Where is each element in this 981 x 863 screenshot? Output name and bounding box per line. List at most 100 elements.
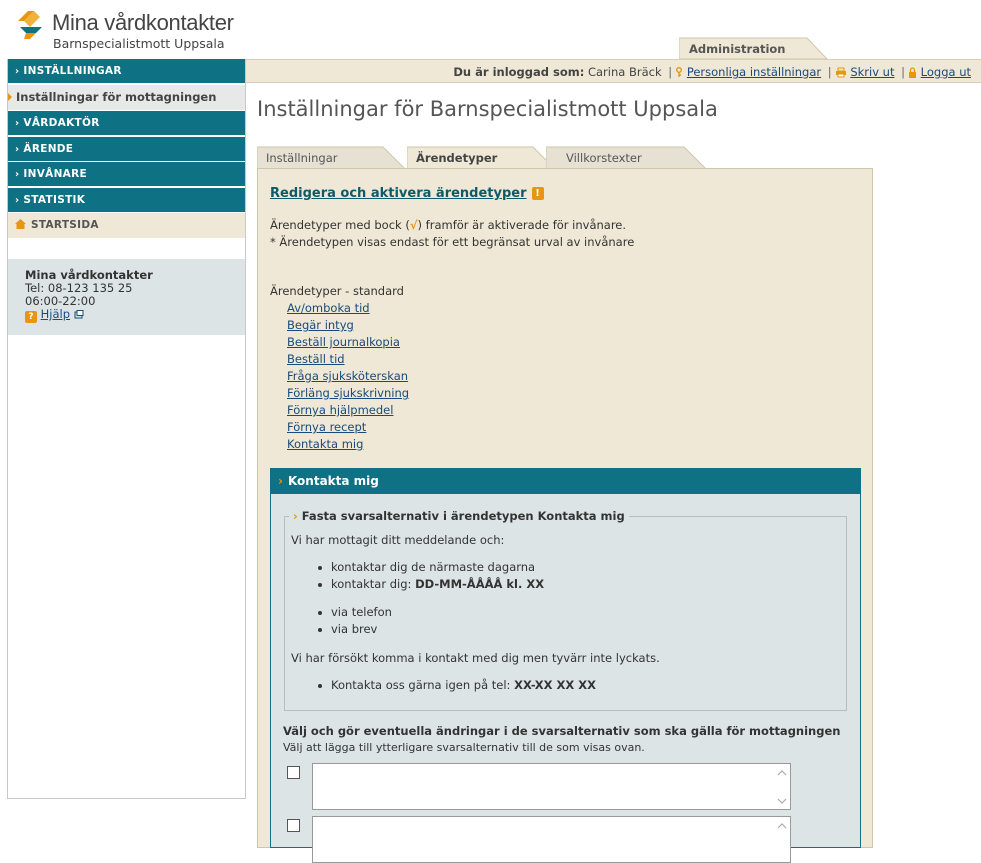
- arendetyp-link[interactable]: Begär intyg: [287, 317, 409, 334]
- info-text-post: ) framför är aktiverade för invånare.: [417, 218, 627, 232]
- choose-heading: Välj och gör eventuella ändringar i de s…: [283, 724, 841, 738]
- logged-in-label: Du är inloggad som:: [453, 65, 585, 79]
- answer-list-c: Kontakta oss gärna igen på tel: XX-XX XX…: [318, 677, 596, 694]
- info-line-1: Ärendetyper med bock (√) framför är akti…: [270, 217, 634, 234]
- tab-installningar[interactable]: Inställningar: [256, 146, 407, 170]
- personal-settings-link[interactable]: Personliga inställningar: [687, 65, 821, 79]
- tab-label: Ärendetyper: [416, 151, 498, 165]
- chevron-right-icon: ›: [15, 66, 20, 77]
- separator: |: [901, 65, 905, 79]
- list-item: kontaktar dig de närmaste dagarna: [317, 559, 544, 576]
- sidebar-item-statistik[interactable]: › STATISTIK: [8, 187, 245, 212]
- app-title: Mina vårdkontakter: [52, 10, 234, 35]
- warning-icon: !: [531, 187, 544, 200]
- answer-checkbox[interactable]: [287, 766, 300, 779]
- failed-text: Vi har försökt komma i kontakt med dig m…: [291, 651, 660, 665]
- chevron-right-icon: ›: [15, 169, 20, 180]
- app-logo-icon: [18, 11, 42, 39]
- sidebar-item-startsida[interactable]: STARTSIDA: [8, 213, 245, 238]
- sidebar-item-installningar[interactable]: › INSTÄLLNINGAR: [8, 59, 245, 83]
- user-name: Carina Bräck: [587, 65, 662, 79]
- fixed-answers-legend: › Fasta svarsalternativ i ärendetypen Kon…: [289, 509, 629, 523]
- answer-textarea[interactable]: [312, 763, 791, 810]
- admin-tab-label: Administration: [689, 42, 786, 56]
- help-icon: ?: [25, 311, 37, 323]
- scroll-down-icon[interactable]: [777, 797, 787, 805]
- sidebar-item-label: ÄRENDE: [23, 142, 74, 155]
- chevron-right-icon: ›: [293, 509, 298, 523]
- list-item-text: kontaktar dig:: [331, 577, 416, 591]
- logout-link[interactable]: Logga ut: [921, 65, 971, 79]
- scroll-up-icon[interactable]: [777, 769, 787, 777]
- separator: |: [668, 65, 673, 79]
- date-placeholder: DD-MM-ÅÅÅÅ kl. XX: [415, 577, 545, 591]
- section-title-text: Redigera och aktivera ärendetyper: [270, 186, 527, 201]
- sidebar-item-label: STATISTIK: [23, 193, 86, 206]
- tab-label: Villkorstexter: [566, 151, 642, 165]
- kontakta-mig-title: Kontakta mig: [287, 474, 379, 488]
- section-title-link[interactable]: Redigera och aktivera ärendetyper!: [270, 186, 544, 201]
- arendetyp-link[interactable]: Förläng sjukskrivning: [287, 385, 409, 402]
- top-bar: Du är inloggad som: Carina Bräck | Perso…: [246, 59, 981, 83]
- clinic-name: Barnspecialistmott Uppsala: [53, 36, 225, 51]
- chevron-right-icon: ›: [278, 474, 283, 488]
- list-item: kontaktar dig: DD-MM-ÅÅÅÅ kl. XX: [317, 576, 545, 593]
- lock-icon: [909, 67, 916, 78]
- help-link-row: ? Hjälp: [25, 308, 245, 323]
- tab-panel: Redigera och aktivera ärendetyper! Ärend…: [257, 168, 873, 863]
- sidebar-item-mottagning-settings[interactable]: Inställningar för mottagningen: [8, 84, 245, 110]
- arendetyp-link[interactable]: Av/omboka tid: [287, 300, 409, 317]
- list-item: via brev: [318, 621, 392, 638]
- intro-text: Vi har mottagit ditt meddelande och:: [291, 533, 505, 547]
- external-link-icon: [74, 310, 84, 319]
- chevron-right-icon: ›: [15, 143, 20, 155]
- arendetyp-link[interactable]: Förnya recept: [287, 419, 409, 436]
- arendetyp-link[interactable]: Fråga sjuksköterskan: [287, 368, 409, 385]
- arendetyp-link[interactable]: Kontakta mig: [287, 436, 409, 453]
- scroll-up-icon[interactable]: [777, 822, 787, 830]
- help-link[interactable]: Hjälp: [41, 307, 70, 321]
- info-text: Ärendetyper med bock (√) framför är akti…: [270, 217, 634, 251]
- contact-box: Mina vårdkontakter Tel: 08-123 135 25 06…: [8, 259, 245, 335]
- choose-subtext: Välj att lägga till ytterligare svarsalt…: [283, 741, 645, 754]
- answer-checkbox[interactable]: [287, 819, 300, 832]
- tab-bar: Inställningar Ärendetyper Villkorstexter: [256, 146, 717, 171]
- answer-list-b: via telefon via brev: [318, 604, 392, 638]
- tab-label: Inställningar: [266, 151, 338, 165]
- sidebar-item-arende[interactable]: › ÄRENDE: [8, 136, 245, 161]
- tab-villkorstexter[interactable]: Villkorstexter: [545, 146, 707, 170]
- chevron-right-icon: ›: [15, 118, 20, 129]
- check-mark-icon: √: [409, 218, 418, 232]
- user-info: Du är inloggad som: Carina Bräck | Perso…: [453, 65, 971, 79]
- tab-arendetyper[interactable]: Ärendetyper: [406, 146, 557, 171]
- chevron-right-icon: ›: [15, 194, 20, 206]
- info-text-pre: Ärendetyper med bock (: [270, 218, 410, 232]
- arendetyp-link[interactable]: Beställ journalkopia: [287, 334, 409, 351]
- sidebar-item-label: VÅRDAKTÖR: [23, 117, 100, 129]
- tab-administration[interactable]: Administration: [679, 37, 829, 59]
- list-heading: Ärendetyper - standard: [270, 284, 404, 298]
- answer-textarea[interactable]: [312, 816, 791, 863]
- arendetyp-link[interactable]: Beställ tid: [287, 351, 409, 368]
- fixed-answers-fieldset: › Fasta svarsalternativ i ärendetypen Kon…: [284, 509, 847, 711]
- sidebar: › INSTÄLLNINGAR Inställningar för mottagn…: [7, 59, 246, 799]
- sidebar-item-vardaktor[interactable]: › VÅRDAKTÖR: [8, 111, 245, 135]
- kontakta-mig-panel: › Kontakta mig › Fasta svarsalternativ i ä…: [270, 468, 861, 863]
- arendetyp-link[interactable]: Förnya hjälpmedel: [287, 402, 409, 419]
- list-item: via telefon: [318, 605, 392, 619]
- sidebar-item-label: STARTSIDA: [31, 219, 99, 231]
- page-title: Inställningar för Barnspecialistmott Upp…: [257, 97, 718, 121]
- separator: |: [827, 65, 832, 79]
- list-item: Kontakta oss gärna igen på tel: XX-XX XX…: [318, 677, 596, 694]
- arendetyp-list: Av/omboka tid Begär intyg Beställ journa…: [287, 300, 409, 453]
- key-icon: [676, 67, 683, 77]
- legend-text: Fasta svarsalternativ i ärendetypen Kont…: [301, 509, 625, 523]
- print-link[interactable]: Skriv ut: [850, 65, 894, 79]
- print-icon: [835, 67, 846, 78]
- sidebar-item-invanare[interactable]: › INVÅNARE: [8, 162, 245, 186]
- home-icon: [15, 219, 26, 229]
- kontakta-mig-header[interactable]: › Kontakta mig: [270, 468, 861, 494]
- list-item-text: Kontakta oss gärna igen på tel:: [331, 678, 515, 692]
- phone-placeholder: XX-XX XX XX: [514, 678, 596, 692]
- info-line-2: * Ärendetypen visas endast för ett begrä…: [270, 235, 635, 249]
